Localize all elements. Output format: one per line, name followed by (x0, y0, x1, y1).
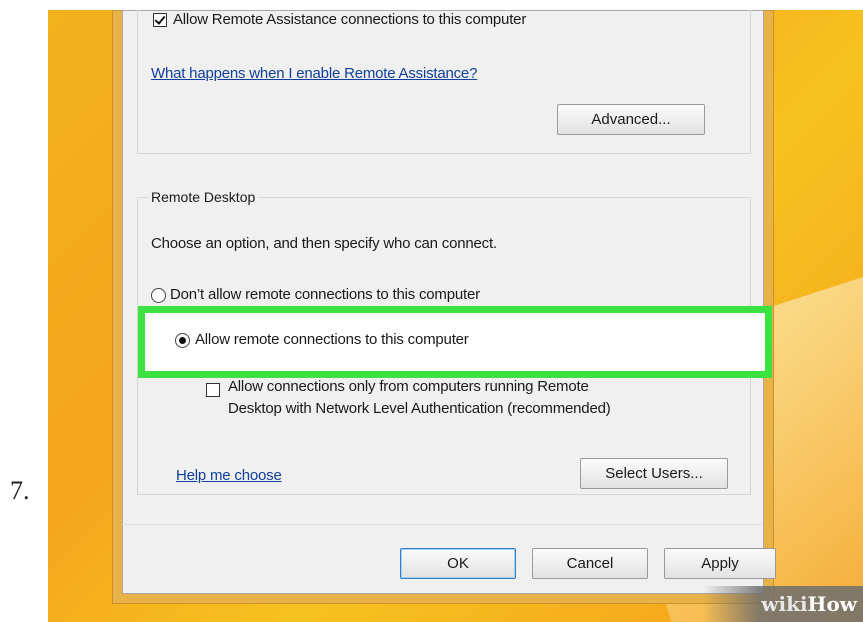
ok-button[interactable]: OK (400, 548, 516, 579)
nla-label-line2[interactable]: Desktop with Network Level Authenticatio… (228, 400, 611, 417)
allow-remote-assistance-label[interactable]: Allow Remote Assistance connections to t… (173, 11, 526, 28)
help-me-choose-link[interactable]: Help me choose (176, 467, 282, 484)
allow-remote-assistance-checkbox[interactable] (153, 13, 167, 27)
remote-desktop-instruction: Choose an option, and then specify who c… (151, 235, 497, 252)
system-properties-dialog: Allow Remote Assistance connections to t… (122, 10, 764, 594)
advanced-button[interactable]: Advanced... (557, 104, 705, 135)
remote-desktop-group-title: Remote Desktop (148, 189, 259, 205)
nla-label-line1[interactable]: Allow connections only from computers ru… (228, 378, 589, 395)
apply-button[interactable]: Apply (664, 548, 776, 579)
step-number: 7. (10, 476, 30, 505)
watermark-wiki: wiki (761, 592, 808, 616)
wikihow-watermark: wiki How (703, 586, 863, 622)
screenshot-illustration: Allow Remote Assistance connections to t… (48, 10, 863, 622)
dont-allow-label[interactable]: Don’t allow remote connections to this c… (170, 286, 480, 303)
footer-separator (122, 524, 762, 525)
remote-assistance-help-link[interactable]: What happens when I enable Remote Assist… (151, 65, 477, 82)
cancel-button[interactable]: Cancel (532, 548, 648, 579)
select-users-button[interactable]: Select Users... (580, 458, 728, 489)
allow-remote-radio[interactable] (175, 333, 190, 348)
watermark-how: How (807, 592, 857, 616)
dont-allow-radio[interactable] (151, 288, 166, 303)
allow-remote-label[interactable]: Allow remote connections to this compute… (195, 331, 469, 348)
nla-checkbox[interactable] (206, 383, 220, 397)
